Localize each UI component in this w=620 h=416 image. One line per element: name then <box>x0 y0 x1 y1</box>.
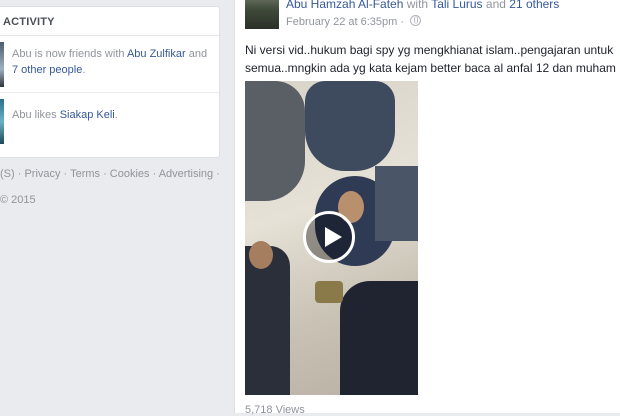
activity-card: ACTIVITY Abu is now friends with Abu Zul… <box>0 6 220 158</box>
view-count: 5,718 Views <box>245 404 305 416</box>
author-name-link[interactable]: Abu Hamzah Al-Fateh <box>286 0 403 11</box>
post-timestamp[interactable]: February 22 at 6:35pm · <box>286 15 422 28</box>
timestamp-text[interactable]: February 22 at 6:35pm · <box>286 16 407 28</box>
video-object <box>315 281 343 303</box>
video-player[interactable] <box>245 81 418 395</box>
activity-item[interactable]: Abu likes Siakap Keli. <box>0 93 219 151</box>
activity-text-suffix: . <box>114 109 118 121</box>
video-figure-bottom-left <box>245 246 290 395</box>
play-button[interactable] <box>303 211 355 263</box>
activity-link-other-people[interactable]: 7 other people <box>12 64 82 76</box>
post-text: Ni versi vid..hukum bagi spy yg mengkhia… <box>245 43 616 75</box>
activity-text-prefix: Abu is now friends with <box>12 48 127 60</box>
activity-link-abu-zulfikar[interactable]: Abu Zulfikar <box>127 48 186 60</box>
activity-text: Abu likes Siakap Keli. <box>12 107 212 123</box>
others-link[interactable]: 21 others <box>509 0 559 11</box>
activity-link-siakap-keli[interactable]: Siakap Keli <box>60 109 115 121</box>
video-figure-top <box>305 81 395 171</box>
play-icon[interactable] <box>325 227 342 247</box>
activity-item[interactable]: Abu is now friends with Abu Zulfikar and… <box>0 36 219 93</box>
activity-thumbnail[interactable] <box>0 42 4 87</box>
video-head-left <box>249 241 273 269</box>
video-figure-left <box>245 81 305 201</box>
activity-text-suffix: . <box>82 64 86 76</box>
author-avatar[interactable] <box>245 0 279 29</box>
video-figure-right <box>375 166 418 241</box>
activity-thumbnail[interactable] <box>0 99 4 144</box>
post-card: Abu Hamzah Al-Fateh with Tali Lurus and … <box>234 0 620 416</box>
activity-text-mid: and <box>185 48 208 60</box>
tagged-friend-link[interactable]: Tali Lurus <box>431 0 482 11</box>
activity-header: ACTIVITY <box>0 7 219 36</box>
activity-text-prefix: Abu likes <box>12 109 60 121</box>
and-text: and <box>482 0 510 11</box>
video-figure-bottom-right <box>340 281 418 395</box>
with-text: with <box>403 0 432 11</box>
copyright: © 2015 <box>0 194 36 206</box>
globe-icon[interactable] <box>410 15 422 26</box>
post-author-line: Abu Hamzah Al-Fateh with Tali Lurus and … <box>286 0 559 11</box>
footer-links[interactable]: (S) · Privacy · Terms · Cookies · Advert… <box>0 168 220 180</box>
activity-text: Abu is now friends with Abu Zulfikar and… <box>12 46 212 78</box>
